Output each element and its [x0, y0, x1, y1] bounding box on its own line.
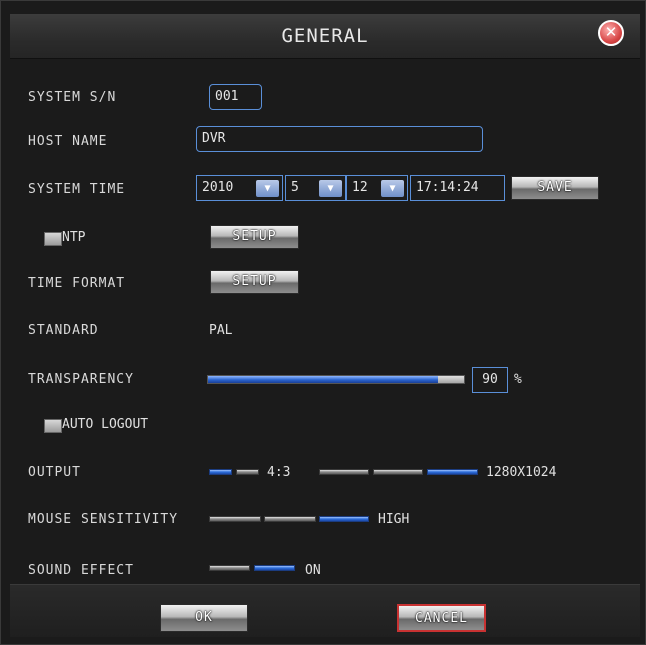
chevron-down-icon[interactable]: ▼ [319, 180, 342, 197]
auto-logout-checkbox[interactable] [44, 419, 62, 433]
ntp-label: NTP [62, 230, 86, 245]
output-label: OUTPUT [28, 465, 81, 480]
resolution-option-segment[interactable] [373, 469, 423, 475]
ntp-checkbox[interactable] [44, 232, 62, 246]
sound-effect-label: SOUND EFFECT [28, 563, 134, 578]
aspect-value: 4:3 [267, 465, 291, 480]
chevron-down-icon[interactable]: ▼ [256, 180, 279, 197]
transparency-slider[interactable] [207, 375, 465, 384]
standard-value: PAL [209, 323, 233, 338]
mouse-sensitivity-segment[interactable] [264, 516, 316, 522]
year-value: 2010 [202, 180, 234, 195]
mouse-sensitivity-value: HIGH [378, 512, 410, 527]
year-dropdown[interactable]: 2010 ▼ [196, 175, 283, 201]
mouse-sensitivity-segment[interactable] [319, 516, 369, 522]
aspect-option-segment[interactable] [209, 469, 232, 475]
sound-effect-value: ON [305, 563, 321, 578]
title-bar: GENERAL [10, 14, 640, 59]
month-value: 5 [291, 180, 299, 195]
host-name-label: HOST NAME [28, 134, 108, 149]
auto-logout-label: AUTO LOGOUT [62, 417, 149, 432]
dialog-title: GENERAL [281, 25, 369, 47]
time-format-label: TIME FORMAT [28, 276, 126, 291]
chevron-down-icon[interactable]: ▼ [381, 180, 404, 197]
resolution-option-segment[interactable] [427, 469, 478, 475]
resolution-value: 1280X1024 [486, 465, 557, 480]
aspect-option-segment[interactable] [236, 469, 259, 475]
general-settings-dialog: GENERAL ✕ SYSTEM S/N 001 HOST NAME DVR S… [0, 0, 646, 645]
system-sn-label: SYSTEM S/N [28, 90, 117, 105]
sound-effect-segment[interactable] [254, 565, 295, 571]
transparency-label: TRANSPARENCY [28, 372, 134, 387]
host-name-field[interactable]: DVR [196, 126, 483, 152]
transparency-value-field[interactable]: 90 [472, 367, 508, 393]
day-dropdown[interactable]: 12 ▼ [346, 175, 408, 201]
ntp-setup-button[interactable]: SETUP [210, 225, 299, 249]
dialog-footer [10, 585, 640, 637]
day-value: 12 [352, 180, 368, 195]
ok-button[interactable]: OK [160, 604, 248, 632]
time-field[interactable]: 17:14:24 [410, 175, 505, 201]
mouse-sensitivity-label: MOUSE SENSITIVITY [28, 512, 179, 527]
transparency-unit: % [514, 372, 522, 387]
mouse-sensitivity-segment[interactable] [209, 516, 261, 522]
time-format-setup-button[interactable]: SETUP [210, 270, 299, 294]
resolution-option-segment[interactable] [319, 469, 369, 475]
system-time-label: SYSTEM TIME [28, 182, 126, 197]
sound-effect-segment[interactable] [209, 565, 250, 571]
month-dropdown[interactable]: 5 ▼ [285, 175, 346, 201]
save-time-button[interactable]: SAVE [511, 176, 599, 200]
standard-label: STANDARD [28, 323, 99, 338]
system-sn-field[interactable]: 001 [209, 84, 262, 110]
cancel-button[interactable]: CANCEL [397, 604, 486, 632]
close-icon[interactable]: ✕ [598, 20, 624, 46]
transparency-slider-fill [208, 376, 439, 383]
